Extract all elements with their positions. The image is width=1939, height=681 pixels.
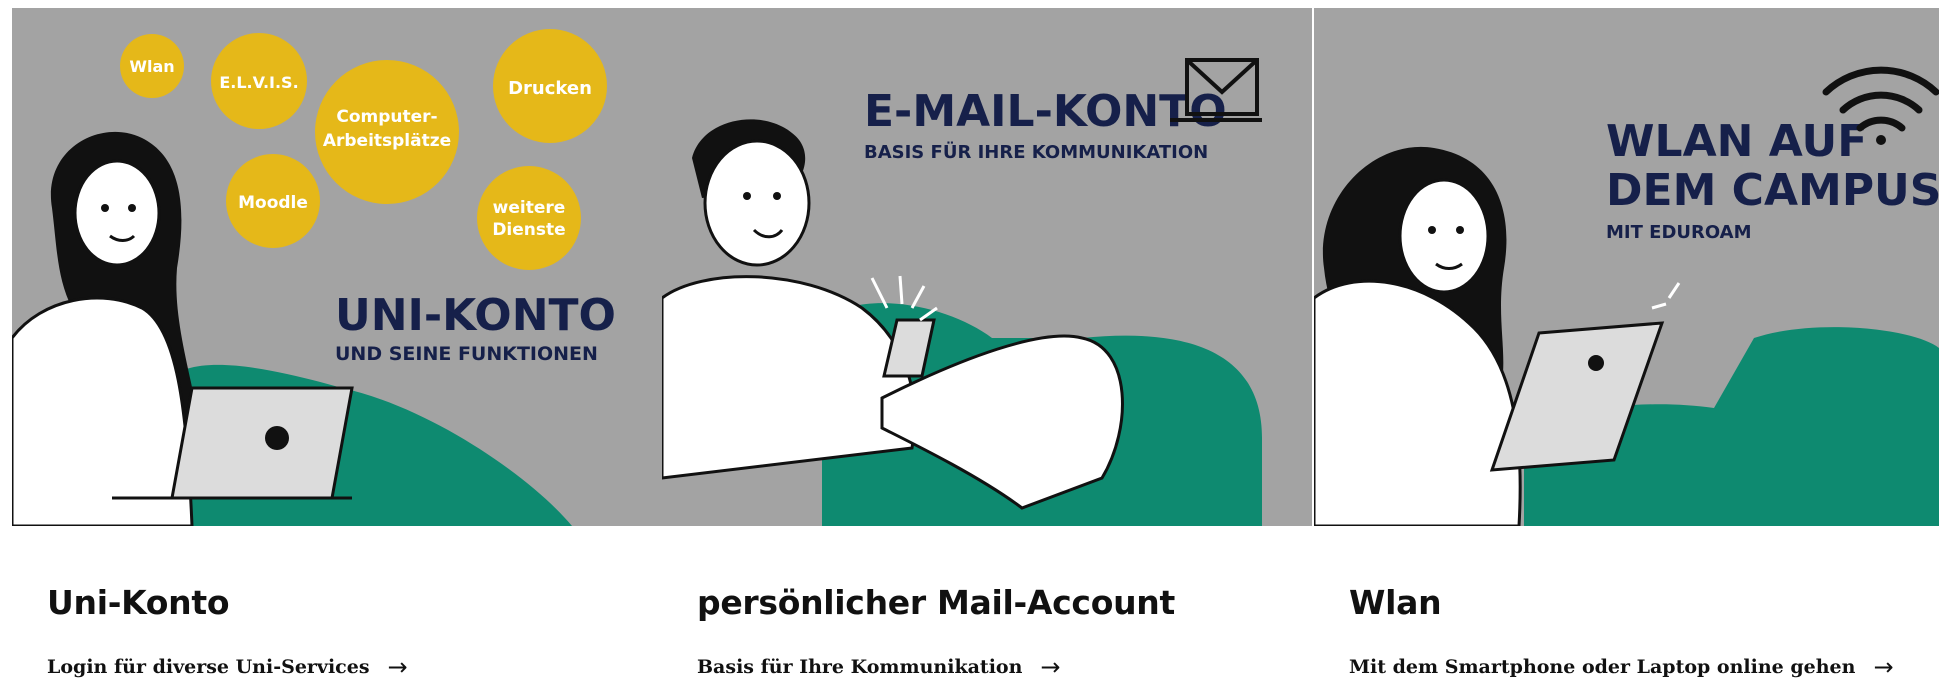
arrow-right-icon: → — [387, 653, 408, 681]
wlan-link[interactable]: Mit dem Smartphone oder Laptop online ge… — [1349, 653, 1894, 681]
card-title: Uni-Konto — [47, 583, 230, 622]
svg-text:Computer-: Computer- — [336, 107, 437, 127]
svg-text:E.L.V.I.S.: E.L.V.I.S. — [219, 73, 298, 92]
uni-konto-subline: UND SEINE FUNKTIONEN — [335, 343, 598, 365]
card-title: persönlicher Mail-Account — [697, 583, 1175, 622]
wlan-headline-2: DEM CAMPUS — [1606, 165, 1939, 216]
uni-konto-link[interactable]: Login für diverse Uni-Services → — [47, 653, 408, 681]
uni-konto-headline: UNI-KONTO — [335, 290, 616, 341]
email-konto-illustration[interactable]: E-MAIL-KONTO BASIS FÜR IHRE KOMMUNIKATIO… — [662, 8, 1312, 526]
link-label: Login für diverse Uni-Services — [47, 656, 370, 678]
wlan-headline-1: WLAN AUF — [1606, 116, 1867, 167]
svg-text:Moodle: Moodle — [238, 193, 308, 213]
email-konto-headline: E-MAIL-KONTO — [864, 86, 1227, 137]
uni-konto-illustration[interactable]: Wlan E.L.V.I.S. Computer- Arbeitsplätze … — [12, 8, 662, 526]
svg-text:Wlan: Wlan — [129, 57, 174, 76]
arrow-right-icon: → — [1873, 653, 1894, 681]
bubble-wlan: Wlan — [120, 34, 184, 98]
wlan-illustration[interactable]: WLAN AUF DEM CAMPUS MIT EDUROAM — [1314, 8, 1939, 526]
svg-text:Drucken: Drucken — [508, 78, 592, 99]
bubble-drucken: Drucken — [493, 29, 607, 143]
link-label: Mit dem Smartphone oder Laptop online ge… — [1349, 656, 1856, 678]
card-mail-account[interactable]: E-MAIL-KONTO BASIS FÜR IHRE KOMMUNIKATIO… — [662, 8, 1312, 681]
bubble-computer-arbeitsplaetze: Computer- Arbeitsplätze — [315, 60, 459, 204]
card-title: Wlan — [1349, 583, 1442, 622]
bubble-moodle: Moodle — [226, 154, 320, 248]
svg-text:Arbeitsplätze: Arbeitsplätze — [323, 131, 451, 151]
link-label: Basis für Ihre Kommunikation — [697, 656, 1023, 678]
svg-text:Dienste: Dienste — [492, 220, 565, 240]
bubble-weitere-dienste: weitere Dienste — [477, 166, 581, 270]
card-uni-konto[interactable]: Wlan E.L.V.I.S. Computer- Arbeitsplätze … — [12, 8, 662, 681]
email-konto-subline: BASIS FÜR IHRE KOMMUNIKATION — [864, 141, 1208, 163]
wlan-subline: MIT EDUROAM — [1606, 222, 1752, 243]
mail-account-link[interactable]: Basis für Ihre Kommunikation → — [697, 653, 1061, 681]
svg-text:weitere: weitere — [493, 198, 566, 218]
bubble-elvis: E.L.V.I.S. — [211, 33, 307, 129]
card-wlan[interactable]: WLAN AUF DEM CAMPUS MIT EDUROAM Wlan Mit… — [1314, 8, 1939, 681]
arrow-right-icon: → — [1040, 653, 1061, 681]
